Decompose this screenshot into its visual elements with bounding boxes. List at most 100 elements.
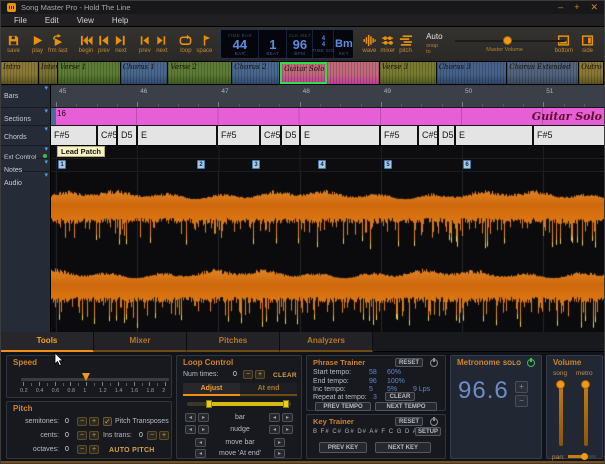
overview-segment-verse-2[interactable]: Verse 2 bbox=[168, 62, 233, 84]
chord-cell-c-5[interactable]: C#5 bbox=[419, 126, 439, 145]
plus-button[interactable]: + bbox=[89, 417, 99, 426]
bars-ruler[interactable]: 45 46 47 48 49 50 51 bbox=[51, 85, 604, 108]
menu-item-help[interactable]: Help bbox=[103, 14, 137, 27]
tab-pitches[interactable]: Pitches bbox=[187, 332, 280, 352]
toolbar-mixer-button[interactable]: mixer bbox=[380, 34, 395, 54]
move-at-end-fwd-button[interactable]: ▸ bbox=[274, 449, 285, 458]
chevron-down-icon[interactable]: ▾ bbox=[44, 85, 48, 92]
toolbar-loop-button[interactable]: loop bbox=[179, 34, 192, 54]
cents-stepper[interactable]: − + bbox=[77, 431, 99, 440]
bar-end-back-button[interactable]: ◂ bbox=[269, 413, 280, 422]
plus-button[interactable]: + bbox=[89, 431, 99, 440]
plus-button[interactable]: + bbox=[159, 431, 169, 440]
section-resize-handle[interactable] bbox=[51, 108, 56, 125]
phrase-reset-button[interactable]: RESET bbox=[395, 358, 423, 367]
notes-track[interactable]: 1 2 3 4 5 6 bbox=[51, 159, 604, 172]
loop-start-handle[interactable] bbox=[205, 400, 212, 408]
chevron-down-icon[interactable]: ▾ bbox=[44, 172, 48, 179]
note-marker[interactable]: 5 bbox=[384, 160, 392, 169]
overview-segment-verse-3[interactable]: Verse 3 bbox=[379, 62, 437, 84]
chord-cell-c-5[interactable]: C#5 bbox=[261, 126, 282, 145]
minus-button[interactable]: − bbox=[147, 431, 157, 440]
tab-mixer[interactable]: Mixer bbox=[94, 332, 187, 352]
menu-item-file[interactable]: File bbox=[5, 14, 36, 27]
chord-cell-c-5[interactable]: C#5 bbox=[98, 126, 118, 145]
nudge-end-back-button[interactable]: ◂ bbox=[269, 425, 280, 434]
octaves-stepper[interactable]: − + bbox=[77, 445, 99, 454]
overview-segment-interlude[interactable]: Interlude bbox=[38, 62, 58, 84]
loop-tab-at-end[interactable]: At end bbox=[240, 383, 297, 396]
toolbar-play-button[interactable]: play bbox=[31, 34, 44, 54]
pitch-transposes-checkbox[interactable]: ✓ bbox=[103, 417, 112, 426]
overview-segment-chorus-2[interactable]: Chorus 2 bbox=[232, 62, 281, 84]
toolbar-side-button[interactable]: side bbox=[581, 34, 594, 54]
master-volume-slider[interactable] bbox=[454, 35, 565, 46]
menu-item-edit[interactable]: Edit bbox=[36, 14, 68, 27]
key-setup-button[interactable]: SETUP bbox=[415, 427, 441, 436]
auto-pitch-button[interactable]: AUTO PITCH bbox=[109, 447, 155, 455]
plus-button[interactable]: + bbox=[255, 370, 265, 379]
move-bar-fwd-button[interactable]: ▸ bbox=[274, 438, 285, 447]
chevron-down-icon[interactable]: ▾ bbox=[44, 126, 48, 133]
track-header-bars[interactable]: Bars ▾ bbox=[1, 85, 50, 108]
track-header-audio[interactable]: Audio ▾ bbox=[1, 172, 50, 332]
song-volume-slider[interactable] bbox=[559, 382, 563, 446]
key-reset-button[interactable]: RESET bbox=[395, 417, 423, 426]
metronome-solo-button[interactable]: SOLO bbox=[503, 360, 521, 368]
patch-label[interactable]: Lead Patch bbox=[57, 146, 106, 157]
pan-knob[interactable] bbox=[581, 453, 588, 460]
minus-button[interactable]: − bbox=[77, 431, 87, 440]
chord-cell-f-5[interactable]: F#5 bbox=[381, 126, 419, 145]
overview-segment-intro[interactable]: Intro bbox=[1, 62, 39, 84]
speed-slider-thumb[interactable] bbox=[82, 373, 91, 381]
chevron-down-icon[interactable]: ▾ bbox=[44, 108, 48, 115]
audio-waveform[interactable] bbox=[51, 172, 604, 332]
minus-button[interactable]: − bbox=[243, 370, 253, 379]
menu-item-view[interactable]: View bbox=[68, 14, 103, 27]
nudge-end-fwd-button[interactable]: ▸ bbox=[282, 425, 293, 434]
speed-slider[interactable]: 0.2 0.4 0.6 0.8 1 1.2 1.4 1.6 1.8 2 bbox=[13, 371, 169, 397]
metro-volume-knob[interactable] bbox=[581, 380, 590, 389]
overview-segment-guitar-solo[interactable]: Guitar Solo bbox=[280, 62, 327, 84]
note-marker[interactable]: 2 bbox=[197, 160, 205, 169]
bar-end-fwd-button[interactable]: ▸ bbox=[282, 413, 293, 422]
song-volume-knob[interactable] bbox=[556, 380, 565, 389]
toolbar-next-section-button[interactable]: next bbox=[155, 34, 168, 54]
tab-analyzers[interactable]: Analyzers bbox=[280, 332, 373, 352]
toolbar-save-button[interactable]: save bbox=[7, 34, 20, 54]
prev-tempo-button[interactable]: PREV TEMPO bbox=[315, 402, 371, 411]
note-marker[interactable]: 3 bbox=[252, 160, 260, 169]
chord-cell-f-5[interactable]: F#5 bbox=[218, 126, 261, 145]
toolbar-prev-bar-button[interactable]: prev bbox=[97, 34, 110, 54]
next-key-button[interactable]: NEXT KEY bbox=[375, 442, 431, 453]
toolbar-wave-button[interactable]: wave bbox=[362, 34, 376, 54]
phrase-power-icon[interactable] bbox=[430, 357, 438, 367]
pan-slider[interactable] bbox=[568, 453, 596, 460]
toolbar-bottom-button[interactable]: bottom bbox=[555, 34, 573, 54]
overview-segment[interactable] bbox=[326, 62, 380, 84]
toolbar-from-last-button[interactable]: frm last bbox=[48, 34, 68, 54]
note-marker[interactable]: 4 bbox=[318, 160, 326, 169]
overview-segment-verse-1[interactable]: Verse 1 bbox=[57, 62, 121, 84]
next-tempo-button[interactable]: NEXT TEMPO bbox=[375, 402, 437, 411]
snap-to-control[interactable]: Auto snap to bbox=[426, 33, 442, 56]
num-times-stepper[interactable]: − + bbox=[243, 370, 265, 379]
key-power-icon[interactable] bbox=[430, 416, 438, 426]
phrase-clear-button[interactable]: CLEAR bbox=[385, 392, 415, 401]
chevron-down-icon[interactable]: ▾ bbox=[44, 159, 48, 166]
toolbar-pitch-button[interactable]: pitch bbox=[399, 34, 413, 54]
minus-button[interactable]: − bbox=[77, 445, 87, 454]
metronome-plus-button[interactable]: + bbox=[515, 381, 528, 393]
toolbar-next-bar-button[interactable]: next bbox=[114, 34, 127, 54]
toolbar-begin-button[interactable]: begin bbox=[79, 34, 93, 54]
master-volume-knob[interactable] bbox=[502, 35, 512, 45]
chord-cell-f-5[interactable]: F#5 bbox=[51, 126, 98, 145]
chord-cell-e[interactable]: E bbox=[301, 126, 381, 145]
chord-cell-d5[interactable]: D5 bbox=[118, 126, 138, 145]
ext-control-track[interactable]: Lead Patch bbox=[51, 146, 604, 159]
maximize-button[interactable]: + bbox=[574, 3, 579, 12]
overview-segment-chorus-3[interactable]: Chorus 3 bbox=[436, 62, 508, 84]
prev-key-button[interactable]: PREV KEY bbox=[319, 442, 367, 453]
note-marker[interactable]: 1 bbox=[58, 160, 66, 169]
overview-segment-chorus-1[interactable]: Chorus 1 bbox=[120, 62, 169, 84]
